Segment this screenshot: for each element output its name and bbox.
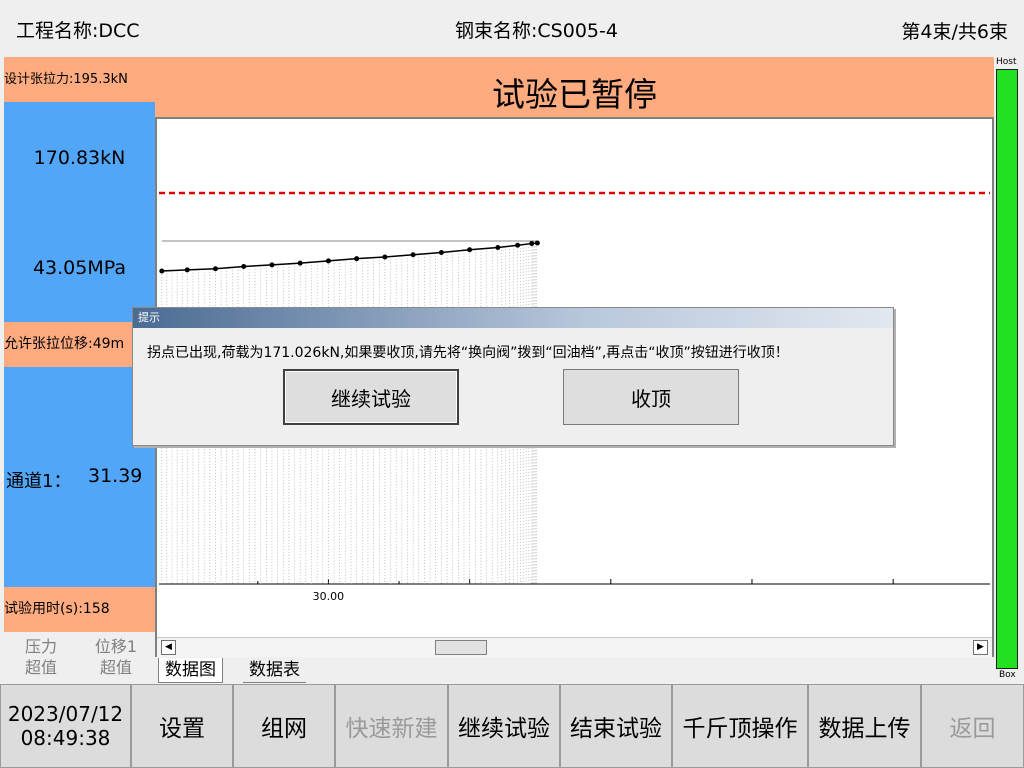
displacement-state: 超值 [99,658,132,677]
displacement-overlimit-indicator: 位移1 超值 [88,636,144,678]
data-point [534,240,540,246]
vertical-progress-bar [996,69,1018,669]
dialog-title-bar: 提示 [133,308,893,328]
scrollbar-thumb[interactable] [435,640,487,655]
strand-name: 钢束名称:CS005-4 [455,20,618,42]
data-point [438,250,444,256]
data-point [269,262,275,268]
datetime-display: 2023/07/12 08:49:38 [0,684,131,768]
data-upload-button[interactable]: 数据上传 [808,684,921,768]
chart-horizontal-scrollbar[interactable]: ◀ ▶ [157,637,992,657]
quick-new-button[interactable]: 快速新建 [335,684,448,768]
date-text: 2023/07/12 [7,702,124,726]
pressure-label: 压力 [24,637,57,656]
triangle-left-icon[interactable]: ◀ [161,640,176,655]
settings-button[interactable]: 设置 [131,684,233,768]
back-button[interactable]: 返回 [921,684,1024,768]
force-panel: 170.83kN 43.05MPa [4,102,155,322]
tab-data-table[interactable]: 数据表 [243,658,306,683]
network-button[interactable]: 组网 [233,684,335,768]
end-test-button[interactable]: 结束试验 [560,684,672,768]
data-point [297,260,303,266]
data-point [241,264,247,270]
data-point [495,244,501,250]
channel-value: 31.39 [88,465,143,487]
data-point [354,256,360,262]
triangle-right-icon[interactable]: ▶ [973,640,988,655]
dialog-message: 拐点已出现,荷载为171.026kN,如果要收顶,请先将“换向阀”拨到“回油档”… [147,345,789,361]
data-point [529,241,535,247]
status-text: 试验已暂停 [492,75,657,114]
dialog-continue-button[interactable]: 继续试验 [283,369,459,425]
tab-data-chart[interactable]: 数据图 [158,658,223,683]
dialog-title: 提示 [138,311,160,324]
pressure-state: 超值 [24,658,57,677]
series-line [161,242,538,272]
box-label: Box [999,670,1016,680]
progress-fill [997,70,1017,668]
pressure-overlimit-indicator: 压力 超值 [16,636,66,678]
force-value: 170.83kN [33,147,126,169]
strand-count: 第4束/共6束 [901,21,1008,43]
stress-value: 43.05MPa [32,257,127,279]
data-point [515,242,521,248]
elapsed-time-label: 试验用时(s):158 [4,587,155,632]
data-point [159,268,165,274]
x-tick-label: 30.00 [313,590,345,603]
displacement-label: 位移1 [94,637,138,656]
channel-label: 通道1： [6,471,72,492]
data-point [467,247,473,253]
design-force-label: 设计张拉力:195.3kN [4,57,155,102]
time-text: 08:49:38 [20,726,111,750]
dialog-retract-button[interactable]: 收顶 [563,369,739,425]
data-point [184,267,190,273]
continue-test-button[interactable]: 继续试验 [448,684,560,768]
status-banner: 试验已暂停 [155,57,994,117]
host-label: Host [996,57,1017,67]
prompt-dialog: 提示 拐点已出现,荷载为171.026kN,如果要收顶,请先将“换向阀”拨到“回… [132,307,894,446]
data-point [325,258,331,264]
data-point [212,266,218,272]
data-point [410,252,416,258]
jack-operation-button[interactable]: 千斤顶操作 [672,684,808,768]
project-name: 工程名称:DCC [16,20,140,42]
data-point [382,254,388,260]
